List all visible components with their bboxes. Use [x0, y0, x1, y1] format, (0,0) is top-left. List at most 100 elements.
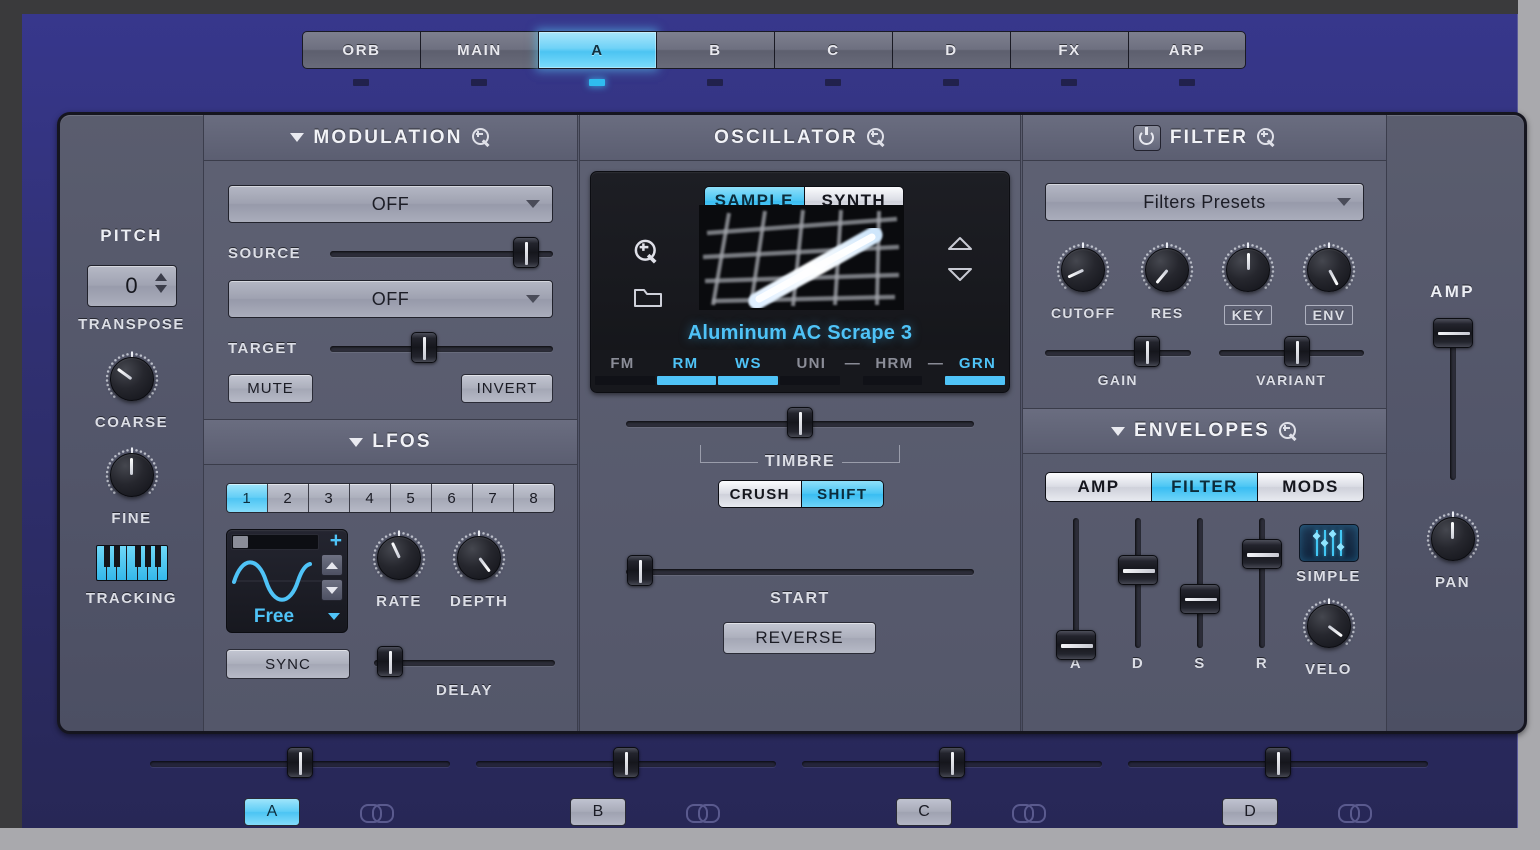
key-label[interactable]: KEY [1224, 305, 1273, 325]
zoom-in-icon[interactable] [1279, 422, 1298, 441]
lfo-btn-6[interactable]: 6 [432, 484, 473, 512]
env-release-slider[interactable] [1248, 518, 1276, 648]
lfo-up-button[interactable] [321, 554, 343, 576]
mixer-btn-a[interactable]: A [244, 798, 300, 826]
tab-orb[interactable]: ORB [302, 31, 420, 69]
sample-name[interactable]: Aluminum AC Scrape 3 [591, 322, 1009, 345]
tab-arp[interactable]: ARP [1128, 31, 1246, 69]
timbre-crush[interactable]: CRUSH [719, 481, 801, 507]
invert-button[interactable]: INVERT [461, 374, 553, 403]
slider-handle[interactable] [1056, 630, 1096, 660]
lfo-btn-5[interactable]: 5 [391, 484, 432, 512]
tab-fx[interactable]: FX [1010, 31, 1128, 69]
tab-d[interactable]: D [892, 31, 1010, 69]
env-attack-slider[interactable] [1062, 518, 1090, 648]
slider-handle[interactable] [1134, 336, 1160, 367]
lfo-btn-2[interactable]: 2 [268, 484, 309, 512]
slider-handle[interactable] [627, 555, 653, 586]
engine-rm-label[interactable]: RM [654, 355, 717, 372]
lfo-btn-7[interactable]: 7 [473, 484, 514, 512]
transpose-stepper[interactable] [155, 273, 167, 293]
lfo-btn-8[interactable]: 8 [514, 484, 554, 512]
env-tab-mods[interactable]: MODS [1257, 473, 1363, 501]
slider-handle[interactable] [613, 747, 639, 778]
slider-handle[interactable] [1433, 318, 1473, 348]
sample-stepper[interactable] [947, 236, 973, 282]
stepper-up-icon[interactable] [155, 273, 167, 281]
link-icon-c[interactable] [1012, 804, 1046, 820]
slider-handle[interactable] [513, 237, 539, 268]
slider-handle[interactable] [377, 646, 403, 677]
zoom-in-icon[interactable] [472, 128, 491, 147]
envelope-simple-icon[interactable] [1299, 524, 1359, 562]
timbre-slider[interactable] [626, 410, 974, 436]
mod-source-select[interactable]: OFF [228, 185, 553, 223]
keyboard-tracking-icon[interactable] [96, 545, 168, 581]
sample-down-icon[interactable] [947, 267, 973, 282]
lfo-depth-knob[interactable] [450, 529, 508, 587]
mod-source-slider[interactable] [330, 240, 553, 266]
velo-knob[interactable] [1300, 597, 1358, 655]
slider-handle[interactable] [1242, 539, 1282, 569]
cutoff-knob[interactable] [1054, 241, 1112, 299]
mod-target-slider[interactable] [330, 335, 553, 361]
tab-b[interactable]: B [656, 31, 774, 69]
mute-button[interactable]: MUTE [228, 374, 313, 403]
timbre-shift[interactable]: SHIFT [801, 481, 884, 507]
sample-up-icon[interactable] [947, 236, 973, 251]
engine-hrm-label[interactable]: HRM [863, 355, 926, 372]
fine-knob[interactable] [103, 446, 161, 504]
sync-button[interactable]: SYNC [226, 649, 350, 679]
lfo-mode-chevron-icon[interactable] [328, 613, 340, 620]
key-knob[interactable] [1219, 241, 1277, 299]
engine-grn-label[interactable]: GRN [946, 355, 1009, 372]
mixer-slider-d[interactable] [1128, 750, 1428, 776]
mixer-slider-a[interactable] [150, 750, 450, 776]
stepper-down-icon[interactable] [155, 285, 167, 293]
tab-a[interactable]: A [538, 31, 656, 69]
tab-c[interactable]: C [774, 31, 892, 69]
link-icon-a[interactable] [360, 804, 394, 820]
link-icon-d[interactable] [1338, 804, 1372, 820]
slider-handle[interactable] [1265, 747, 1291, 778]
env-tab-filter[interactable]: FILTER [1151, 473, 1257, 501]
engine-fm-label[interactable]: FM [591, 355, 654, 372]
lfo-btn-1[interactable]: 1 [227, 484, 268, 512]
mixer-slider-b[interactable] [476, 750, 776, 776]
slider-handle[interactable] [787, 407, 813, 438]
filter-power-button[interactable] [1133, 125, 1161, 151]
coarse-knob[interactable] [103, 350, 161, 408]
lfo-mode-label[interactable]: Free [227, 606, 321, 628]
engine-ws-label[interactable]: WS [717, 355, 780, 372]
lfo-btn-3[interactable]: 3 [309, 484, 350, 512]
lfo-btn-4[interactable]: 4 [350, 484, 391, 512]
slider-handle[interactable] [1118, 555, 1158, 585]
reverse-button[interactable]: REVERSE [723, 622, 876, 654]
res-knob[interactable] [1138, 241, 1196, 299]
env-knob[interactable] [1300, 241, 1358, 299]
mixer-btn-d[interactable]: D [1222, 798, 1278, 826]
lfo-waveform-display[interactable]: + Free [226, 529, 348, 633]
slider-handle[interactable] [1180, 584, 1220, 614]
collapse-caret-icon[interactable] [1111, 427, 1125, 436]
mixer-slider-c[interactable] [802, 750, 1102, 776]
start-slider[interactable] [626, 558, 974, 584]
env-decay-slider[interactable] [1124, 518, 1152, 648]
folder-icon[interactable] [633, 285, 663, 309]
slider-handle[interactable] [411, 332, 437, 363]
lfo-spinner[interactable] [321, 554, 343, 604]
add-icon[interactable]: + [330, 533, 342, 549]
pan-knob[interactable] [1424, 510, 1482, 568]
collapse-caret-icon[interactable] [290, 133, 304, 142]
variant-slider[interactable] [1219, 339, 1365, 365]
zoom-in-icon[interactable] [867, 128, 886, 147]
lfo-down-button[interactable] [321, 579, 343, 601]
slider-handle[interactable] [287, 747, 313, 778]
tab-main[interactable]: MAIN [420, 31, 538, 69]
lfo-delay-slider[interactable] [374, 649, 555, 675]
transpose-field[interactable]: 0 [87, 265, 177, 307]
filter-preset-select[interactable]: Filters Presets [1045, 183, 1364, 221]
amp-slider[interactable] [1439, 320, 1467, 480]
lfo-rate-knob[interactable] [370, 529, 428, 587]
mod-target-select[interactable]: OFF [228, 280, 553, 318]
